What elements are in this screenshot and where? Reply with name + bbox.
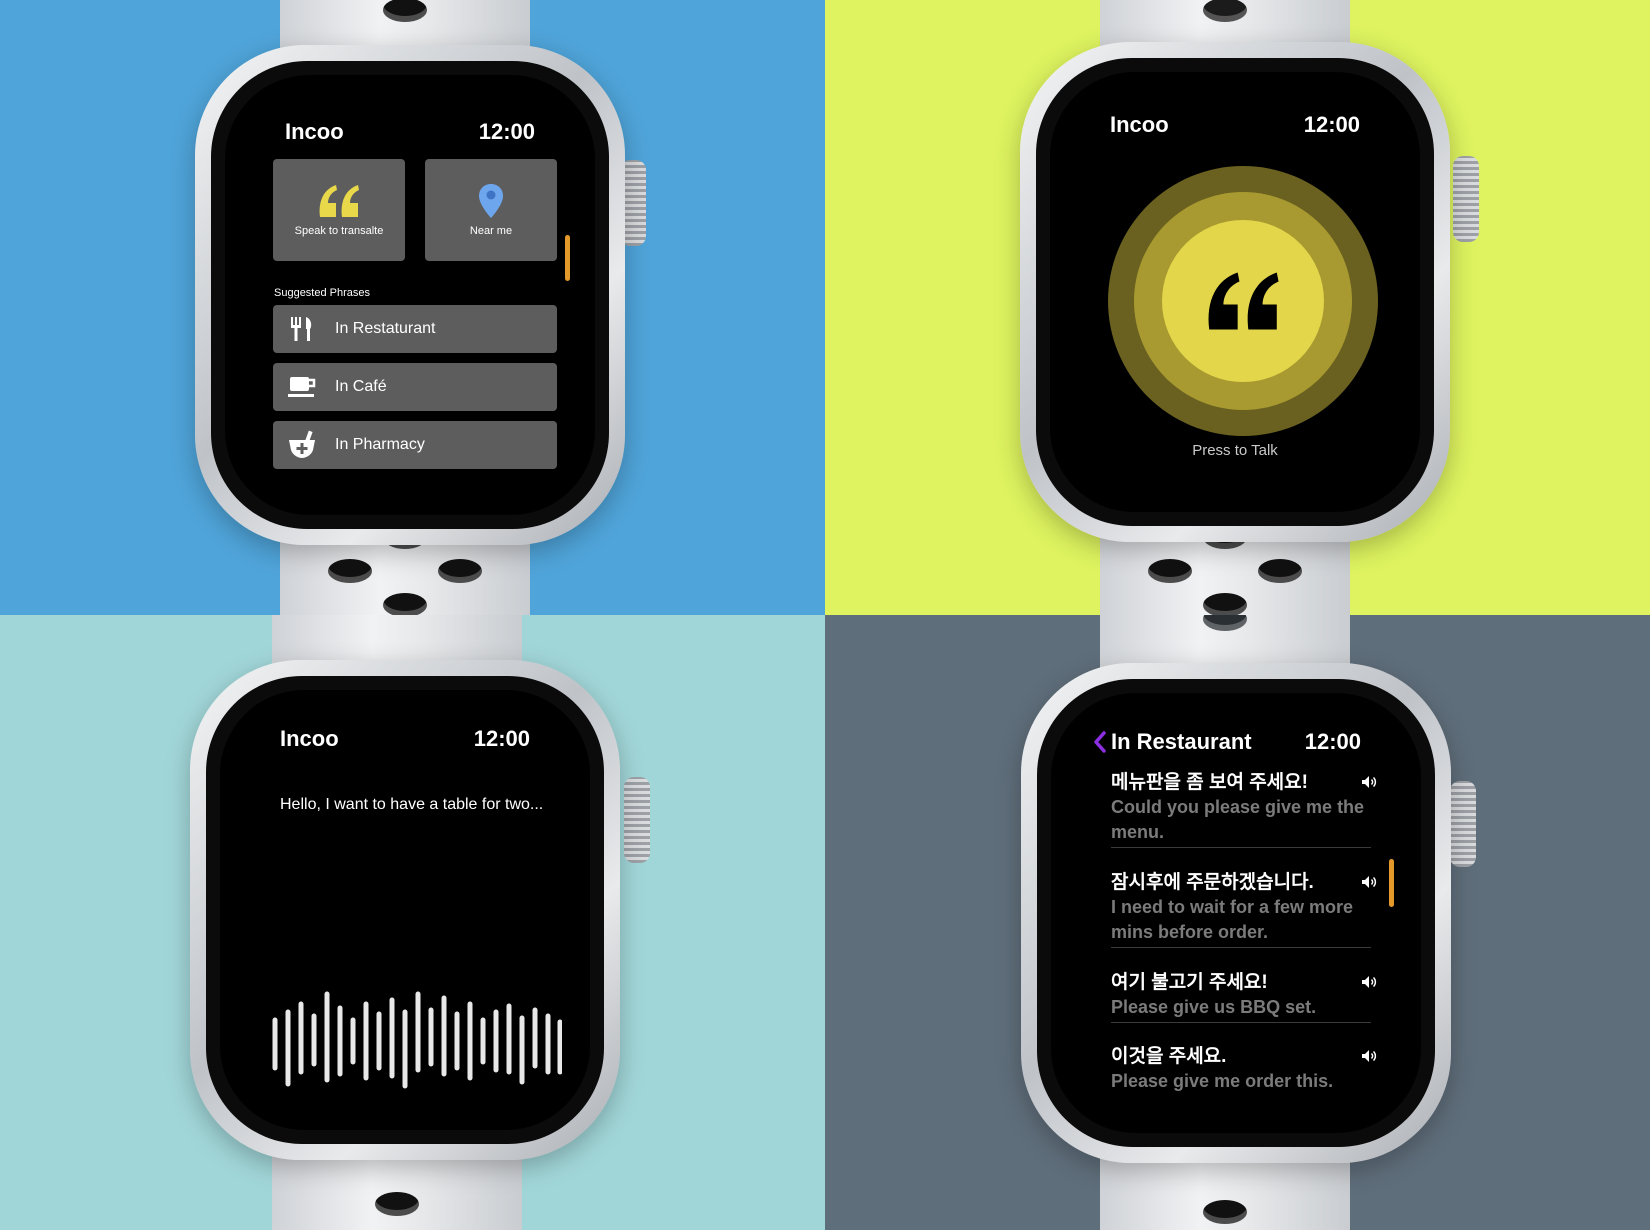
- phrase-category-restaurant[interactable]: In Restaturant: [273, 305, 557, 353]
- watch-screen: Incoo 12:00 Hello, I want to have a tabl…: [220, 690, 590, 1130]
- clock-time: 12:00: [1303, 112, 1360, 137]
- listening-panel: Incoo 12:00 Hello, I want to have a tabl…: [0, 615, 825, 1230]
- watch-screen: Incoo 12:00 Speak to transalte Near me S…: [225, 75, 595, 515]
- location-pin-icon: [479, 184, 503, 218]
- home-screen-panel: Incoo 12:00 Speak to transalte Near me S…: [0, 0, 825, 615]
- speaker-icon[interactable]: [1361, 1049, 1377, 1063]
- band-hole: [328, 559, 372, 583]
- digital-crown[interactable]: [1453, 156, 1479, 242]
- mortar-pestle-icon: [287, 430, 317, 460]
- phrase-category-pharmacy[interactable]: In Pharmacy: [273, 421, 557, 469]
- band-hole: [1203, 615, 1247, 631]
- section-title: Suggested Phrases: [274, 287, 371, 299]
- band-hole: [383, 593, 427, 615]
- scroll-indicator: [1389, 859, 1394, 907]
- speaker-icon[interactable]: [1361, 975, 1377, 989]
- back-navigation[interactable]: In Restaurant: [1093, 729, 1252, 755]
- speaker-icon[interactable]: [1361, 875, 1377, 889]
- watch-case: Incoo 12:00 Hello, I want to have a tabl…: [190, 660, 620, 1160]
- row-label: In Restaturant: [335, 320, 436, 337]
- row-label: In Pharmacy: [335, 436, 425, 453]
- press-to-talk-label: Press to Talk: [1192, 442, 1278, 459]
- phrase-korean: 여기 불고기 주세요!: [1111, 972, 1268, 993]
- phrase-item[interactable]: 여기 불고기 주세요! Please give us BBQ set.: [1111, 971, 1377, 1023]
- speaker-icon[interactable]: [1361, 775, 1377, 789]
- band-hole: [1258, 559, 1302, 583]
- phrase-english: Please give us BBQ set.: [1111, 997, 1317, 1017]
- coffee-cup-icon: [287, 372, 317, 402]
- phrase-english: Please give me order this.: [1111, 1071, 1334, 1091]
- phrase-item[interactable]: 메뉴판을 좀 보여 주세요! Could you please give me …: [1111, 771, 1377, 848]
- app-title: Incoo: [285, 119, 344, 144]
- status-header: Incoo 12:00: [1110, 112, 1360, 138]
- band-hole: [383, 0, 427, 22]
- watch-case: Incoo 12:00 Press to Talk: [1020, 42, 1450, 542]
- clock-time: 12:00: [478, 119, 535, 144]
- band-hole: [1148, 559, 1192, 583]
- near-me-button[interactable]: Near me: [425, 159, 557, 261]
- app-title: Incoo: [1110, 112, 1169, 137]
- phrase-english: I need to wait for a few more mins befor…: [1111, 897, 1354, 942]
- band-hole: [1203, 1200, 1247, 1224]
- speak-to-translate-button[interactable]: Speak to transalte: [273, 159, 405, 261]
- talk-button-ring: [1134, 192, 1352, 410]
- digital-crown[interactable]: [1450, 781, 1476, 867]
- press-to-talk-panel: Incoo 12:00 Press to Talk: [825, 0, 1650, 615]
- watch-case: Incoo 12:00 Speak to transalte Near me S…: [195, 45, 625, 545]
- band-hole: [1203, 0, 1247, 22]
- status-header: Incoo 12:00: [285, 119, 535, 145]
- watch-screen: In Restaurant 12:00 메뉴판을 좀 보여 주세요! Could…: [1051, 693, 1421, 1133]
- phrase-category-cafe[interactable]: In Café: [273, 363, 557, 411]
- watch-case: In Restaurant 12:00 메뉴판을 좀 보여 주세요! Could…: [1021, 663, 1451, 1163]
- talk-button-core: [1162, 220, 1324, 382]
- status-header: Incoo 12:00: [280, 726, 530, 752]
- quote-icon: [319, 185, 359, 217]
- phrase-korean: 이것을 주세요.: [1111, 1046, 1227, 1067]
- band-hole: [1203, 593, 1247, 615]
- tile-label: Speak to transalte: [294, 225, 384, 237]
- clock-time: 12:00: [473, 726, 530, 751]
- band-hole: [438, 559, 482, 583]
- quote-icon: [1208, 272, 1279, 330]
- phrase-korean: 메뉴판을 좀 보여 주세요!: [1111, 772, 1308, 793]
- phrase-item[interactable]: 이것을 주세요. Please give me order this.: [1111, 1045, 1377, 1096]
- audio-waveform: [272, 991, 562, 1089]
- phrase-item[interactable]: 잠시후에 주문하겠습니다. I need to wait for a few m…: [1111, 871, 1377, 948]
- fork-knife-icon: [287, 314, 317, 344]
- tile-label: Near me: [469, 225, 513, 237]
- watch-screen: Incoo 12:00 Press to Talk: [1050, 72, 1420, 512]
- row-label: In Café: [335, 378, 387, 395]
- band-hole: [375, 1192, 419, 1216]
- phrase-english: Could you please give me the menu.: [1111, 797, 1365, 842]
- digital-crown[interactable]: [624, 777, 650, 863]
- scroll-indicator: [565, 235, 570, 281]
- phrase-list-panel: In Restaurant 12:00 메뉴판을 좀 보여 주세요! Could…: [825, 615, 1650, 1230]
- talk-button[interactable]: [1108, 166, 1378, 436]
- app-title: Incoo: [280, 726, 339, 751]
- clock-time: 12:00: [1304, 729, 1361, 754]
- transcript-text: Hello, I want to have a table for two...: [280, 796, 544, 813]
- page-title: In Restaurant: [1111, 729, 1252, 754]
- status-header: In Restaurant 12:00: [1093, 729, 1361, 755]
- chevron-left-icon: [1094, 731, 1106, 753]
- phrase-korean: 잠시후에 주문하겠습니다.: [1111, 872, 1314, 893]
